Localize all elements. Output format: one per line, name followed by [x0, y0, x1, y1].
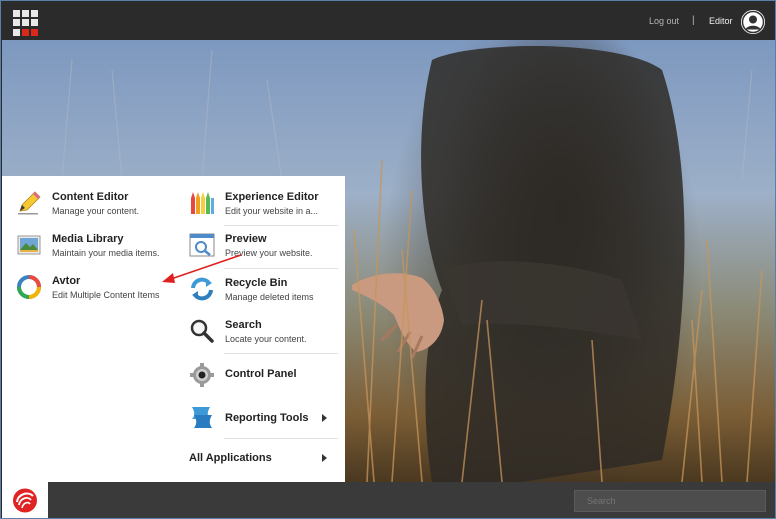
gear-icon: [189, 362, 215, 388]
menu-item-title: Search: [225, 319, 262, 331]
menu-item-avtor[interactable]: Avtor Edit Multiple Content Items: [16, 274, 176, 304]
menu-item-search[interactable]: Search Locate your content.: [189, 318, 339, 348]
menu-item-title: Media Library: [52, 233, 124, 245]
user-name[interactable]: Editor: [709, 16, 733, 26]
user-avatar-icon: [741, 10, 765, 34]
start-menu: Content Editor Manage your content. Medi…: [2, 176, 345, 482]
all-applications-link[interactable]: All Applications: [189, 450, 339, 470]
menu-item-title: Reporting Tools: [225, 412, 309, 424]
menu-item-media-library[interactable]: Media Library Maintain your media items.: [16, 232, 176, 262]
menu-item-desc: Maintain your media items.: [52, 248, 160, 258]
header-separator: |: [692, 15, 695, 26]
menu-item-title: Control Panel: [225, 368, 297, 380]
menu-item-desc: Preview your website.: [225, 248, 313, 258]
menu-item-title: Preview: [225, 233, 267, 245]
menu-divider: [224, 268, 338, 269]
recycle-icon: [189, 276, 215, 302]
avtor-ring-icon: [16, 274, 42, 300]
menu-item-content-editor[interactable]: Content Editor Manage your content.: [16, 190, 176, 220]
search-input[interactable]: [574, 490, 766, 512]
menu-divider: [224, 225, 338, 226]
preview-window-icon: [189, 232, 215, 258]
all-applications-label: All Applications: [189, 452, 272, 464]
menu-item-title: Recycle Bin: [225, 277, 288, 289]
menu-item-title: Experience Editor: [225, 191, 319, 203]
sitecore-logo-icon: [13, 488, 37, 513]
logout-link[interactable]: Log out: [649, 16, 679, 26]
menu-item-desc: Manage your content.: [52, 206, 140, 216]
start-button[interactable]: [2, 482, 48, 518]
magnifier-icon: [189, 318, 215, 344]
app-grid-icon[interactable]: [13, 10, 39, 36]
menu-item-title: Content Editor: [52, 191, 129, 203]
menu-item-desc: Edit your website in a...: [225, 206, 319, 216]
image-icon: [16, 232, 42, 258]
menu-item-preview[interactable]: Preview Preview your website.: [189, 232, 339, 262]
top-bar: Log out | Editor: [2, 2, 775, 40]
menu-divider: [224, 353, 338, 354]
avatar[interactable]: [741, 10, 765, 34]
chevron-right-icon: [322, 414, 327, 422]
menu-item-desc: Manage deleted items: [225, 292, 314, 302]
menu-item-reporting-tools[interactable]: Reporting Tools: [189, 404, 339, 434]
menu-item-desc: Locate your content.: [225, 334, 307, 344]
menu-item-title: Avtor: [52, 275, 81, 287]
menu-divider: [224, 438, 338, 439]
menu-item-experience-editor[interactable]: Experience Editor Edit your website in a…: [189, 190, 339, 220]
bottom-bar: [2, 482, 775, 518]
reporting-icon: [189, 404, 215, 430]
app-frame: Log out | Editor Content Editor Manage y…: [0, 0, 776, 519]
colored-pencils-icon: [189, 190, 215, 216]
menu-item-recycle-bin[interactable]: Recycle Bin Manage deleted items: [189, 276, 339, 306]
menu-item-desc: Edit Multiple Content Items: [52, 290, 160, 300]
pencil-icon: [16, 190, 42, 216]
menu-item-control-panel[interactable]: Control Panel: [189, 362, 339, 392]
chevron-right-icon: [322, 454, 327, 462]
